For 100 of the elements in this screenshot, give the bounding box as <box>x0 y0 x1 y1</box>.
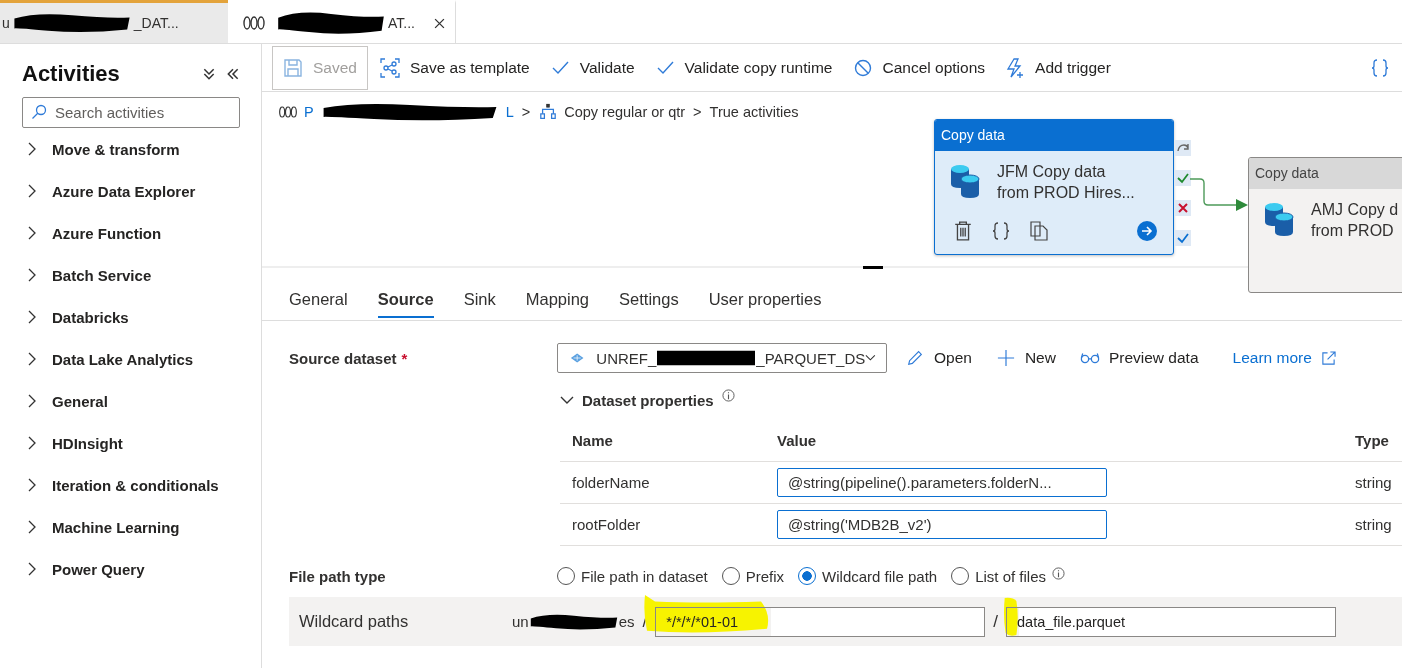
activity-node[interactable]: Copy data AMJ Copy d from PROD <box>1248 157 1402 293</box>
table-cell-text: folderName <box>572 474 651 491</box>
panel-title: Activities <box>22 61 120 87</box>
field-label: File path type <box>289 567 386 585</box>
save-icon <box>283 57 303 78</box>
dataset-icon <box>570 352 585 364</box>
radio-option[interactable]: File path in dataset <box>557 567 708 585</box>
delete-icon[interactable] <box>953 221 973 241</box>
activity-group-label: Databricks <box>52 308 129 326</box>
success-port-icon[interactable] <box>1175 170 1191 186</box>
section-toggle[interactable]: Dataset properties <box>560 389 1402 411</box>
value-field[interactable]: @string('MDB2B_v2') <box>777 510 1107 539</box>
toolbar-button[interactable]: Save as template <box>373 45 542 90</box>
tab-label: u <box>2 15 10 31</box>
activity-name: JFM Copy data from PROD Hires... <box>997 162 1135 203</box>
breadcrumb-item[interactable]: Copy regular or qtr <box>564 104 686 120</box>
cancel-icon <box>852 57 873 78</box>
search-icon <box>31 104 47 120</box>
copy-icon[interactable] <box>1029 221 1049 241</box>
action-button[interactable]: New <box>987 343 1062 373</box>
code-icon[interactable] <box>991 221 1011 241</box>
activity-group-label: Power Query <box>52 560 145 578</box>
activity-group[interactable]: Azure Data Explorer <box>22 170 240 212</box>
activity-group-label: Batch Service <box>52 266 152 284</box>
activity-group[interactable]: Iteration & conditionals <box>22 464 240 506</box>
breadcrumb-link[interactable]: P <box>304 104 314 120</box>
completion-port-icon[interactable] <box>1175 230 1191 246</box>
radio-label: List of files <box>975 567 1047 585</box>
failure-port-icon[interactable] <box>1175 200 1191 216</box>
dataset-name: UNREF_ <box>596 349 657 367</box>
detail-tab[interactable]: General <box>289 282 348 318</box>
pencil-icon <box>905 349 925 367</box>
activity-group[interactable]: Machine Learning <box>22 506 240 548</box>
document-tab[interactable]: u _DAT... <box>0 0 228 43</box>
activity-group[interactable]: Databricks <box>22 296 240 338</box>
toolbar-button[interactable]: Add trigger <box>999 45 1123 90</box>
activity-group[interactable]: Power Query <box>22 548 240 590</box>
column-header: Name <box>572 432 614 449</box>
breadcrumb-link[interactable]: L <box>505 104 514 120</box>
activity-group[interactable]: General <box>22 380 240 422</box>
toolbar-button[interactable]: Validate copy runtime <box>648 45 845 90</box>
activity-group[interactable]: Batch Service <box>22 254 240 296</box>
learn-more-link[interactable]: Learn more <box>1224 343 1342 373</box>
breadcrumb-separator: > <box>521 104 531 120</box>
section-title: Dataset properties <box>582 391 714 409</box>
activity-group[interactable]: Move & transform <box>22 128 240 170</box>
action-button[interactable]: Preview data <box>1071 343 1205 373</box>
value-field[interactable]: @string(pipeline().parameters.folderN... <box>777 468 1107 497</box>
breadcrumb-separator: > <box>693 104 702 120</box>
detail-tab[interactable]: Source <box>377 282 434 318</box>
activity-group[interactable]: Azure Function <box>22 212 240 254</box>
detail-tab[interactable]: Mapping <box>525 282 590 318</box>
connector-arrow <box>1190 177 1250 211</box>
radio-button[interactable] <box>798 567 817 585</box>
toolbar-button[interactable]: Validate <box>543 45 647 90</box>
tab-label: _DAT... <box>133 15 179 31</box>
field-label: Wildcard paths <box>299 612 410 631</box>
radio-label: File path in dataset <box>581 567 708 585</box>
close-icon[interactable] <box>434 17 445 29</box>
radio-option[interactable]: List of files <box>951 567 1066 585</box>
activity-group-label: Azure Function <box>52 224 162 242</box>
activity-group-label: Azure Data Explorer <box>52 182 196 200</box>
table-cell-text: rootFolder <box>572 516 642 533</box>
action-button[interactable]: Open <box>897 343 978 373</box>
path-prefix: un <box>512 613 529 630</box>
radio-option[interactable]: Wildcard file path <box>798 567 938 585</box>
collapse-panel-icon[interactable] <box>226 67 240 81</box>
lightning-icon <box>1005 57 1026 78</box>
activity-group-label: General <box>52 392 108 410</box>
info-icon <box>721 389 735 402</box>
radio-option[interactable]: Prefix <box>721 567 785 585</box>
detail-tab[interactable]: User properties <box>708 282 822 318</box>
activity-group[interactable]: HDInsight <box>22 422 240 464</box>
wildcard-file-field[interactable]: data_file.parquet <box>1006 606 1336 637</box>
dataset-dropdown[interactable]: UNREF_ _PARQUET_DS <box>557 343 887 373</box>
external-link-icon <box>1320 350 1336 366</box>
activity-type: Copy data <box>935 120 1173 151</box>
expand-all-icon[interactable] <box>202 67 216 81</box>
path-separator: / <box>993 611 998 632</box>
database-icon <box>1263 202 1295 238</box>
tab-label: AT... <box>388 15 415 31</box>
breadcrumb-item[interactable]: True activities <box>709 104 799 120</box>
radio-label: Wildcard file path <box>822 567 938 585</box>
search-field[interactable]: Search activities <box>22 97 240 128</box>
code-icon[interactable] <box>1370 57 1390 78</box>
activity-node[interactable]: Copy data JFM Copy data from PROD Hires... <box>934 119 1174 255</box>
branch-icon <box>538 103 559 121</box>
detail-tab[interactable]: Settings <box>619 282 679 318</box>
skip-icon[interactable] <box>1175 140 1191 156</box>
wildcard-folder-field[interactable]: */*/*/*01-01 <box>655 606 986 637</box>
activity-group-label: HDInsight <box>52 434 123 452</box>
table-cell-text: string <box>1355 516 1393 533</box>
column-header: Value <box>777 432 818 449</box>
table-cell-text: string <box>1355 474 1393 491</box>
detail-tab[interactable]: Sink <box>463 282 496 318</box>
toolbar-button[interactable]: Cancel options <box>846 45 998 90</box>
required-mark: * <box>401 349 408 367</box>
database-icon <box>949 164 981 200</box>
plus-icon <box>995 349 1016 367</box>
activity-group[interactable]: Data Lake Analytics <box>22 338 240 380</box>
